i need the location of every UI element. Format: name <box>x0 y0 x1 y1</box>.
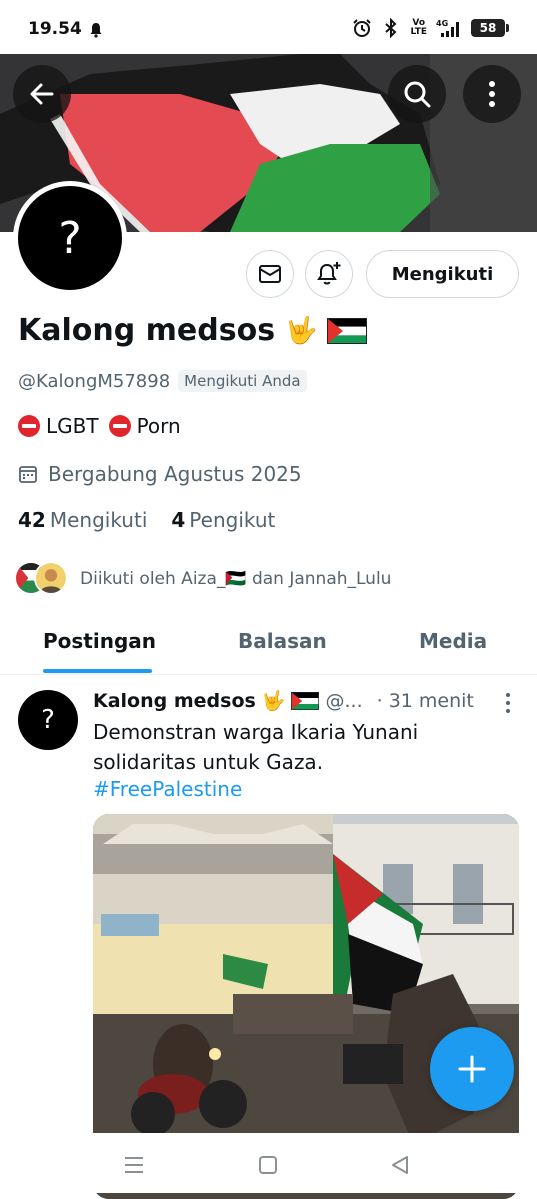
profile-avatar[interactable]: ? <box>13 181 127 295</box>
post-author-handle: @... <box>325 689 363 712</box>
post-timestamp: · 31 menit <box>376 689 474 712</box>
arrow-left-icon <box>30 83 54 105</box>
status-icons: Vo LTE 4G 58 <box>352 18 509 38</box>
mail-icon <box>259 265 281 283</box>
post-avatar-glyph: ? <box>41 705 55 735</box>
followers-label: Pengikut <box>189 508 276 532</box>
bio-text-1: LGBT <box>46 414 99 438</box>
signal-icon: 4G <box>436 19 459 37</box>
more-options-button[interactable] <box>463 65 521 123</box>
follow-stats: 42 Mengikuti 4 Pengikut <box>18 508 275 532</box>
message-button[interactable] <box>246 250 294 298</box>
volte-bottom-label: LTE <box>410 27 427 37</box>
followed-by-text: Diikuti oleh Aiza_🇵🇸 dan Jannah_Lulu <box>80 569 392 589</box>
following-count: 42 <box>18 508 46 532</box>
more-vertical-icon <box>506 693 510 713</box>
no-entry-icon <box>108 415 131 437</box>
rock-hand-emoji: 🤟 <box>285 315 318 346</box>
back-triangle-icon[interactable] <box>388 1153 412 1177</box>
bell-plus-icon <box>317 262 341 285</box>
followers-stat[interactable]: 4 Pengikut <box>171 508 275 532</box>
follows-you-badge: Mengikuti Anda <box>178 370 307 392</box>
display-name-text: Kalong medsos <box>18 313 276 348</box>
post-more-button[interactable] <box>498 691 518 715</box>
following-stat[interactable]: 42 Mengikuti <box>18 508 147 532</box>
compose-fab-button[interactable] <box>430 1027 514 1111</box>
home-square-icon[interactable] <box>256 1153 280 1177</box>
post-author-name[interactable]: Kalong medsos <box>93 690 256 712</box>
menu-icon[interactable] <box>122 1153 146 1177</box>
tab-replies[interactable]: Balasan <box>238 629 327 653</box>
avatar-placeholder-glyph: ? <box>58 212 82 264</box>
alarm-icon <box>353 19 372 37</box>
search-icon <box>404 81 431 108</box>
followers-you-know[interactable]: Diikuti oleh Aiza_🇵🇸 dan Jannah_Lulu <box>14 561 391 597</box>
active-tab-indicator <box>43 669 152 673</box>
profile-tabs: Postingan Balasan Media <box>0 617 537 675</box>
user-handle: @KalongM57898 <box>18 370 171 392</box>
status-bar: 19.54 Vo LTE 4G 58 <box>0 0 537 54</box>
profile-bio: LGBT Porn <box>18 414 181 438</box>
battery-icon: 58 <box>471 19 509 37</box>
following-label: Mengikuti <box>49 508 148 532</box>
followers-count: 4 <box>171 508 186 532</box>
status-time: 19.54 <box>28 19 82 39</box>
follower-avatar <box>34 561 68 595</box>
join-date: Bergabung Agustus 2025 <box>18 462 302 486</box>
palestine-flag-icon <box>327 317 368 344</box>
handle-row: @KalongM57898 Mengikuti Anda <box>18 370 307 392</box>
more-vertical-icon <box>489 81 495 107</box>
back-button[interactable] <box>13 65 71 123</box>
search-button[interactable] <box>388 65 446 123</box>
palestine-flag-icon <box>291 691 320 710</box>
mini-avatars <box>14 561 70 597</box>
android-navigation-bar <box>0 1133 537 1193</box>
tab-posts[interactable]: Postingan <box>43 629 156 653</box>
network-type-label: 4G <box>436 19 448 28</box>
join-date-text: Bergabung Agustus 2025 <box>48 462 302 486</box>
post-text: Demonstran warga Ikaria Yunani solidarit… <box>93 720 419 774</box>
display-name: Kalong medsos 🤟 <box>18 313 368 348</box>
bluetooth-icon <box>385 18 397 38</box>
post-rock-hand-emoji: 🤟 <box>261 690 286 712</box>
plus-icon <box>458 1055 486 1083</box>
bio-text-2: Porn <box>136 414 181 438</box>
post-author-avatar[interactable]: ? <box>18 690 78 750</box>
tab-media[interactable]: Media <box>419 629 487 653</box>
calendar-icon <box>19 466 37 483</box>
notify-button[interactable] <box>305 250 353 298</box>
bell-icon <box>90 23 102 38</box>
volte-icon: Vo LTE <box>410 19 427 37</box>
battery-level: 58 <box>479 21 497 35</box>
no-entry-icon <box>18 415 40 437</box>
following-button[interactable]: Mengikuti <box>366 250 519 298</box>
post-header: Kalong medsos 🤟 @... · 31 menit <box>93 689 474 713</box>
post-hashtag[interactable]: #FreePalestine <box>93 777 242 801</box>
